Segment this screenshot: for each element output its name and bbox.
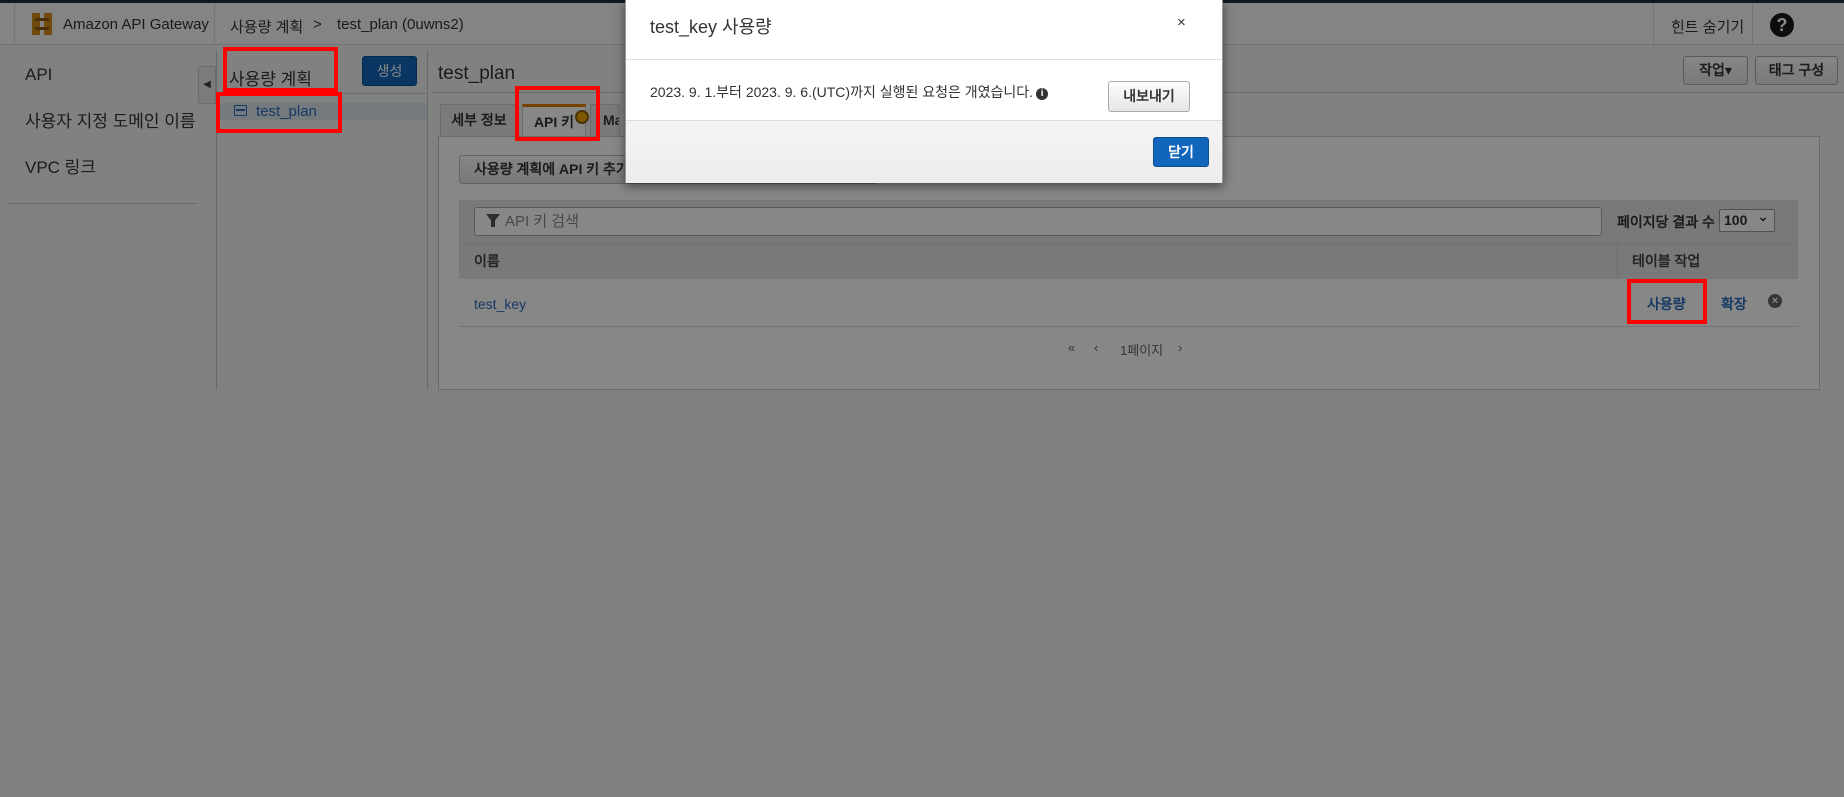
highlight-plan-item: [216, 92, 342, 133]
close-button[interactable]: 닫기: [1153, 137, 1209, 167]
highlight-api-keys-tab: [515, 86, 600, 141]
modal-title: test_key 사용량: [650, 17, 772, 37]
usage-modal: test_key 사용량 × 2023. 9. 1.부터 2023. 9. 6.…: [625, 0, 1223, 183]
close-icon[interactable]: ×: [1177, 14, 1186, 31]
modal-footer: [626, 120, 1222, 183]
highlight-usage-link: [1627, 279, 1707, 324]
export-button[interactable]: 내보내기: [1108, 81, 1190, 112]
modal-divider: [626, 59, 1222, 60]
usage-message-text: 2023. 9. 1.부터 2023. 9. 6.(UTC)까지 실행된 요청은…: [650, 84, 1034, 100]
usage-message: 2023. 9. 1.부터 2023. 9. 6.(UTC)까지 실행된 요청은…: [650, 82, 1049, 102]
highlight-plans-title: [223, 47, 338, 92]
info-icon[interactable]: i: [1036, 88, 1049, 100]
